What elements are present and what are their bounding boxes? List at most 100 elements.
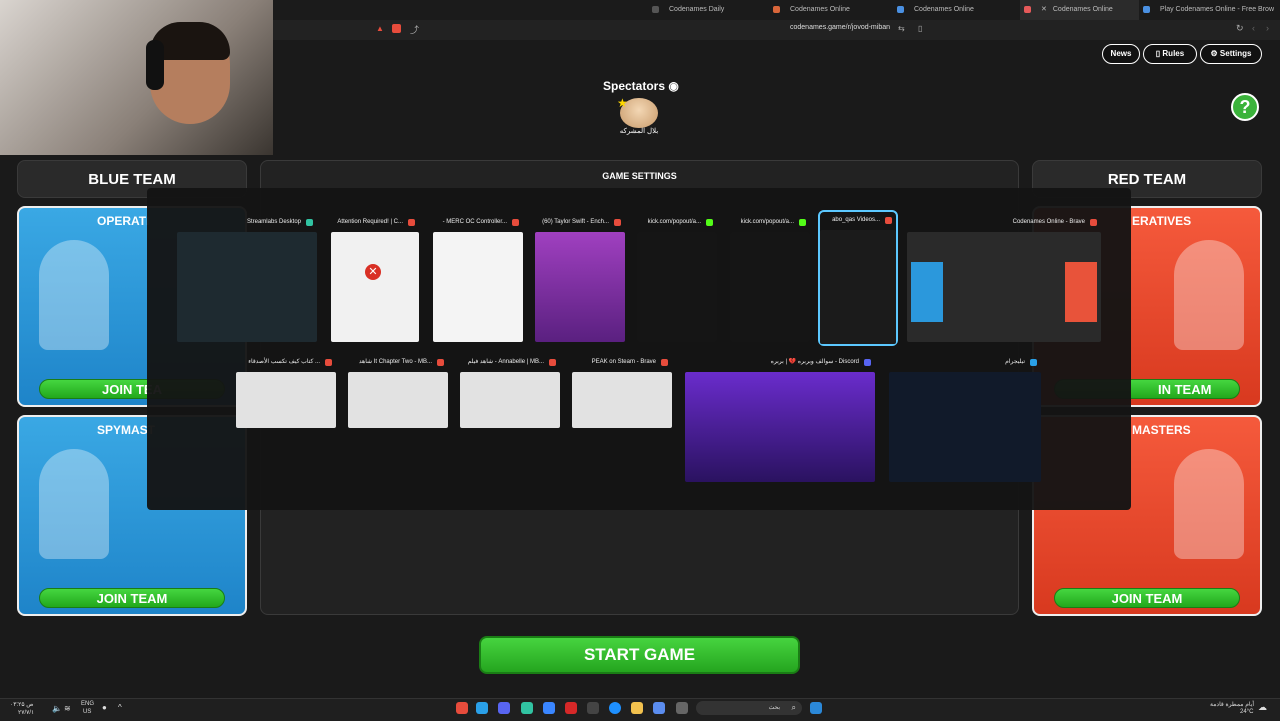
- window-preview: [820, 230, 896, 344]
- weather-text[interactable]: أيام ممطرة قادمة: [1210, 701, 1254, 708]
- url-field[interactable]: codenames.game/r/jovod-miban: [790, 24, 890, 31]
- window-preview: [907, 232, 1101, 342]
- clock-time[interactable]: ۰۳:۲۵ ص: [10, 701, 34, 708]
- temperature: 24°C: [1240, 709, 1254, 715]
- spectators-label: Spectators: [603, 79, 666, 93]
- red-operatives-title: ERATIVES: [1132, 214, 1192, 228]
- tab-codenames-online-1[interactable]: Codenames Online: [773, 0, 850, 20]
- settings-button[interactable]: ⚙ Settings: [1200, 44, 1262, 64]
- discord-icon: [864, 359, 871, 366]
- app-icon[interactable]: [543, 702, 555, 714]
- tab-favicon-icon: [897, 5, 904, 13]
- brave-icon[interactable]: [456, 702, 468, 714]
- star-icon: ★: [617, 96, 628, 110]
- window-thumb-taylor-swift[interactable]: (60) Taylor Swift - Ench...: [535, 214, 625, 342]
- app-icon: [306, 219, 313, 226]
- red-spymasters-join-button[interactable]: JOIN TEAM: [1054, 588, 1240, 608]
- volume-icon[interactable]: 🔈: [52, 704, 62, 713]
- brave-icon: [885, 217, 892, 224]
- window-thumb-abo-qas[interactable]: abo_qas Videos...: [818, 210, 898, 346]
- game-settings-title: GAME SETTINGS: [602, 171, 677, 181]
- window-preview: [348, 372, 448, 428]
- mini-blue-panel: [911, 262, 943, 322]
- app-icon[interactable]: [653, 702, 665, 714]
- clock-date[interactable]: ۲۷/۷/۱: [18, 709, 34, 716]
- folder-icon[interactable]: [631, 702, 643, 714]
- window-thumb-it-chapter-two[interactable]: شاهد It Chapter Two - MB...: [348, 354, 448, 428]
- window-title: Streamlabs Desktop: [246, 219, 301, 225]
- window-title: شاهد فيلم - Annabelle | MB...: [467, 359, 544, 365]
- streamlabs-icon[interactable]: [521, 702, 533, 714]
- window-thumb-kick-1[interactable]: kick.com/popout/a...: [637, 214, 717, 342]
- tab-codenames-online-2[interactable]: Codenames Online: [897, 0, 974, 20]
- mic-icon[interactable]: ●: [102, 703, 107, 712]
- help-button[interactable]: ?: [1231, 93, 1259, 121]
- window-preview: [730, 232, 810, 342]
- chevron-up-icon[interactable]: ^: [118, 703, 122, 712]
- tab-label: Codenames Online: [790, 6, 850, 13]
- window-title: (60) Taylor Swift - Ench...: [542, 219, 609, 225]
- tab-label: Codenames Daily: [669, 6, 725, 13]
- reload-icon[interactable]: ↻: [1236, 23, 1244, 34]
- window-title: تيليجرام: [1005, 359, 1025, 365]
- edge-icon[interactable]: [609, 702, 621, 714]
- taskbar-search-box[interactable]: بحث ⌕: [696, 701, 802, 715]
- close-icon[interactable]: ✕: [1041, 6, 1047, 13]
- window-preview: [535, 232, 625, 342]
- app-icon[interactable]: [587, 702, 599, 714]
- forward-icon[interactable]: ›: [1266, 23, 1269, 33]
- window-thumb-book[interactable]: كتاب كيف تكسب الأصدقاء ...: [236, 354, 336, 428]
- tab-play-codenames[interactable]: Play Codenames Online - Free Brow: [1143, 0, 1274, 20]
- brave-shield-icon[interactable]: ▲: [376, 24, 384, 33]
- lang-indicator[interactable]: ENG: [81, 701, 94, 707]
- spectator-name: بلال المشركه: [619, 128, 659, 135]
- settings-label: Settings: [1219, 49, 1252, 58]
- agent-illustration: [1174, 240, 1244, 350]
- window-title: - MERC OC Controller...: [442, 219, 507, 225]
- discord-icon[interactable]: [498, 702, 510, 714]
- bookmark-icon[interactable]: ▯: [918, 24, 922, 33]
- news-button[interactable]: News: [1102, 44, 1140, 64]
- headset-icon: [146, 40, 164, 90]
- window-thumb-annabelle[interactable]: شاهد فيلم - Annabelle | MB...: [460, 354, 560, 428]
- telegram-icon: [1030, 359, 1037, 366]
- mini-red-panel: [1065, 262, 1097, 322]
- share-icon[interactable]: ⤴: [410, 23, 419, 36]
- window-thumb-telegram[interactable]: تيليجرام: [889, 354, 1041, 482]
- brave-icon: [661, 359, 668, 366]
- wifi-icon[interactable]: ≋: [64, 704, 71, 713]
- blue-spymasters-join-button[interactable]: JOIN TEAM: [39, 588, 225, 608]
- window-thumb-merc[interactable]: - MERC OC Controller...: [433, 214, 523, 342]
- window-switcher-overlay: Streamlabs Desktop Attention Required! |…: [147, 188, 1131, 510]
- window-title: كتاب كيف تكسب الأصدقاء ...: [248, 359, 320, 365]
- tab-label: Codenames Online: [1052, 6, 1113, 13]
- window-thumb-streamlabs[interactable]: Streamlabs Desktop: [177, 214, 317, 342]
- back-icon[interactable]: ‹: [1252, 23, 1255, 33]
- tab-codenames-daily[interactable]: Codenames Daily: [652, 0, 724, 20]
- window-preview: [177, 232, 317, 342]
- app-icon[interactable]: [565, 702, 577, 714]
- webcam-overlay: [0, 0, 273, 155]
- translate-icon[interactable]: ⇆: [898, 24, 905, 33]
- agent-illustration: [1174, 449, 1244, 559]
- brave-icon: [1090, 219, 1097, 226]
- window-thumb-peak[interactable]: PEAK on Steam - Brave: [572, 354, 672, 428]
- window-preview: [433, 232, 523, 342]
- window-thumb-attention[interactable]: Attention Required! | C... ✕: [331, 214, 419, 342]
- telegram-icon[interactable]: [476, 702, 488, 714]
- start-game-button[interactable]: START GAME: [479, 636, 800, 674]
- window-thumb-discord[interactable]: سوالف وبربره 💔 | بربره - Discord: [685, 354, 875, 482]
- window-thumb-kick-2[interactable]: kick.com/popout/a...: [730, 214, 810, 342]
- window-thumb-codenames-brave[interactable]: Codenames Online - Brave: [907, 214, 1101, 342]
- weather-icon[interactable]: ☁: [1258, 702, 1267, 713]
- task-view-icon[interactable]: [676, 702, 688, 714]
- plus-icon: [652, 5, 659, 13]
- window-title: kick.com/popout/a...: [647, 219, 701, 225]
- rules-button[interactable]: ▯ Rules: [1143, 44, 1197, 64]
- tab-codenames-online-active[interactable]: ✕ Codenames Online: [1020, 0, 1139, 20]
- brave-rewards-icon[interactable]: [392, 24, 401, 33]
- windows-start-icon[interactable]: [810, 702, 822, 714]
- kick-icon: [706, 219, 713, 226]
- window-preview: ✕: [331, 232, 419, 342]
- window-preview: [572, 372, 672, 428]
